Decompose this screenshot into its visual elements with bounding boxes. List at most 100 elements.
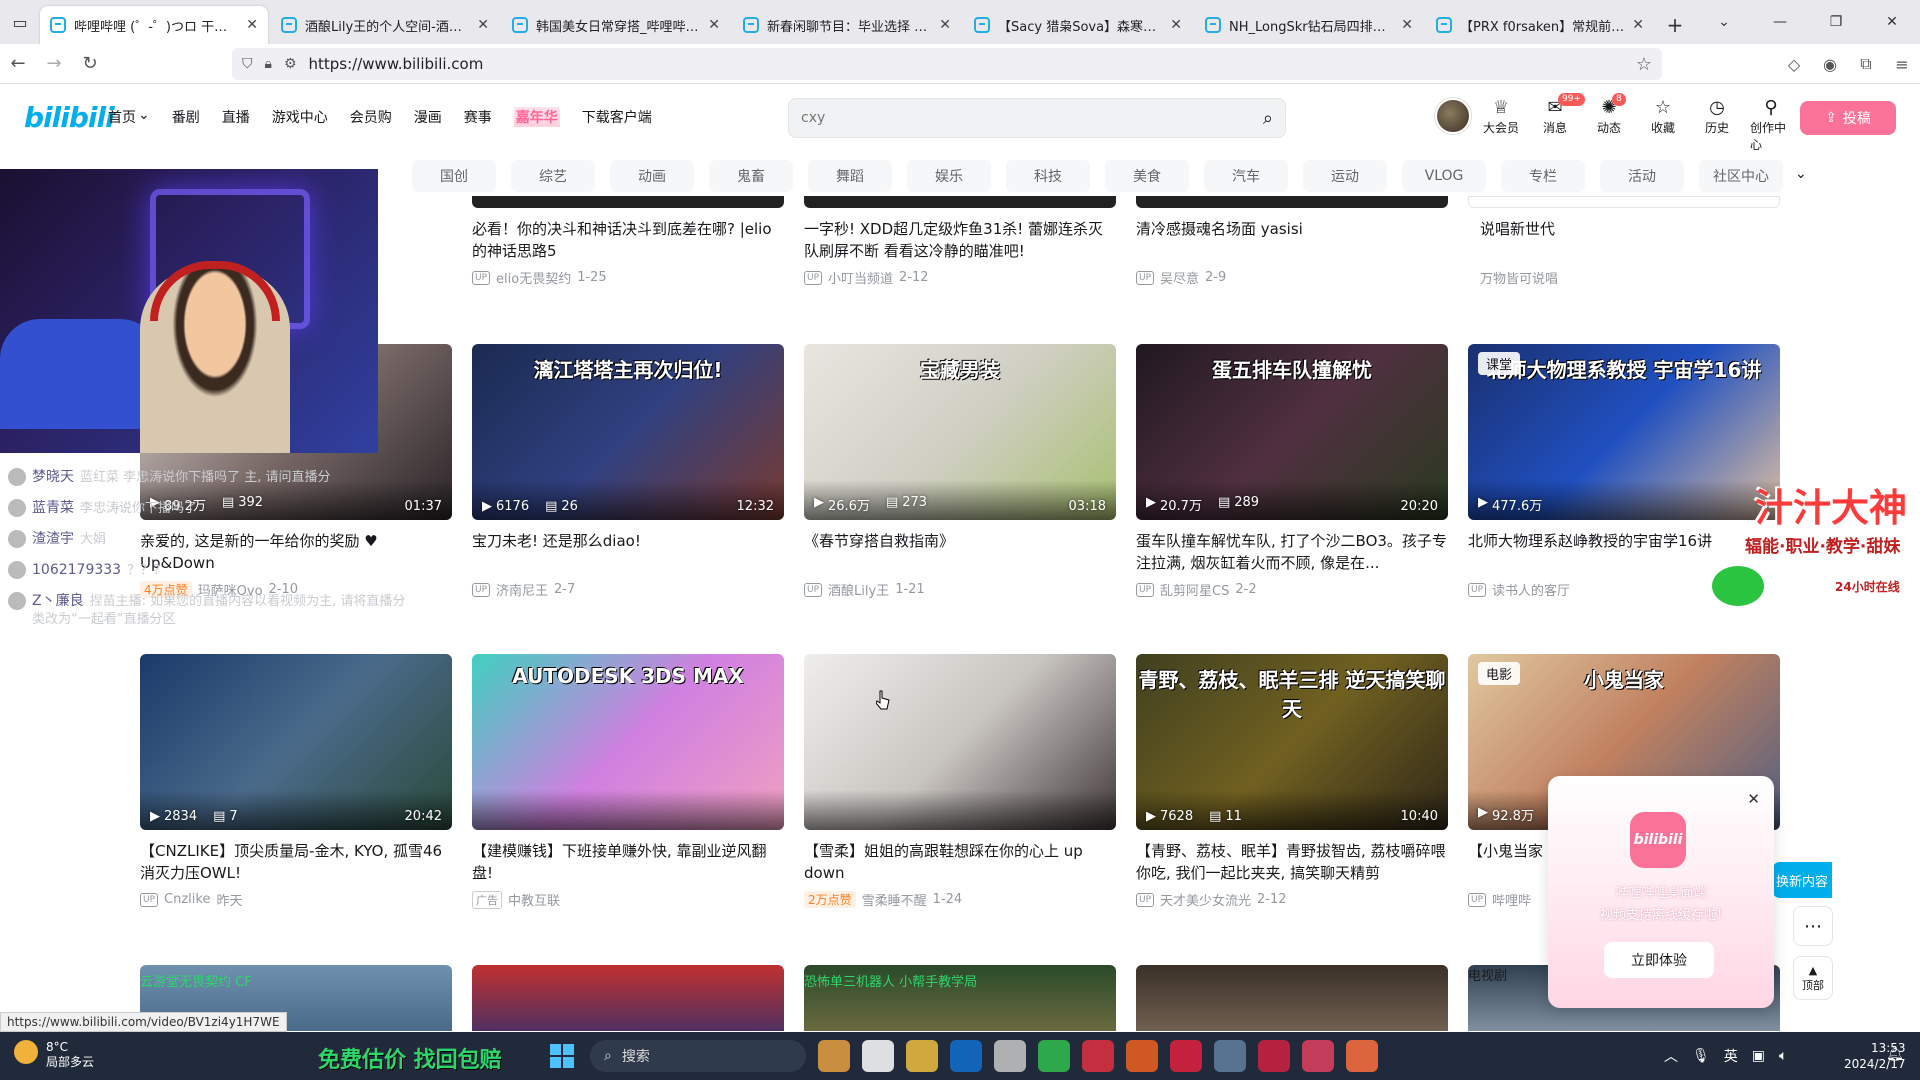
video-card[interactable]: 说唱新世代万物皆可说唱 bbox=[1480, 208, 1792, 287]
url-bar[interactable]: ⛉ 🔒︎ ⚙ https://www.bilibili.com ☆ bbox=[232, 48, 1662, 80]
header-star-button[interactable]: ☆ 收藏 bbox=[1642, 97, 1684, 153]
video-card[interactable]: 北师大物理系教授 宇宙学16讲 课堂 ▶ 477.6万 北师大物理系赵峥教授的宇宙学16… bbox=[1468, 344, 1780, 599]
video-title[interactable]: 蛋车队撞车解忧车队, 打了个沙二BO3。孩子专注拉满, 烟灰缸着火而不顾, 像是… bbox=[1136, 530, 1448, 574]
taskbar-app-icon[interactable] bbox=[862, 1040, 894, 1072]
video-title[interactable]: 必看！你的决斗和神话决斗到底差在哪? |elio的神话思路5 bbox=[472, 218, 784, 262]
taskbar-app-icon[interactable] bbox=[1082, 1040, 1114, 1072]
taskbar-app-icon[interactable] bbox=[1126, 1040, 1158, 1072]
channel-chip[interactable]: 科技 bbox=[1006, 160, 1090, 192]
taskbar-app-icon[interactable] bbox=[994, 1040, 1026, 1072]
channel-chip[interactable]: 动画 bbox=[610, 160, 694, 192]
video-title[interactable]: 说唱新世代 bbox=[1480, 218, 1792, 262]
nav-item[interactable]: 赛事 bbox=[464, 107, 492, 127]
video-card[interactable]: 蛋五排车队撞解忧 ▶ 20.7万 ▤ 289 20:20 蛋车队撞车解忧车队, 打了个沙二B… bbox=[1136, 344, 1448, 599]
chevron-up-icon[interactable]: ︿ bbox=[1664, 1046, 1678, 1066]
url-text[interactable]: https://www.bilibili.com bbox=[309, 55, 484, 73]
video-card[interactable]: 一字秒! XDD超几定级炸鱼31杀! 蕾娜连杀灭队刷屏不断 看看这冷静的瞄准吧!… bbox=[804, 208, 1116, 287]
video-thumbnail-edge[interactable] bbox=[1468, 196, 1780, 208]
browser-tab[interactable]: 【Sacy 猎枭Sova】森寒冬港29 ✕ bbox=[964, 6, 1192, 44]
channel-chip[interactable]: 鬼畜 bbox=[709, 160, 793, 192]
up-name[interactable]: 读书人的客厅 bbox=[1492, 580, 1570, 599]
browser-tab[interactable]: 新春闲聊节目：毕业选择 | 为什 ✕ bbox=[733, 6, 961, 44]
header-history-button[interactable]: ◷ 历史 bbox=[1696, 97, 1738, 153]
channel-chip[interactable]: 运动 bbox=[1303, 160, 1387, 192]
avatar[interactable] bbox=[1435, 98, 1471, 134]
video-thumbnail[interactable]: AUTODESK 3DS MAX bbox=[472, 654, 784, 830]
up-name[interactable]: 中教互联 bbox=[508, 890, 560, 909]
video-title[interactable]: 【青野、荔枝、眠羊】青野拔智齿, 荔枝嚼碎喂你吃, 我们一起比夹夹, 搞笑聊天精… bbox=[1136, 840, 1448, 884]
up-name[interactable]: 万物皆可说唱 bbox=[1480, 268, 1558, 287]
video-card[interactable]: 漓江塔塔主再次归位! ▶ 6176 ▤ 26 12:32 宝刀未老! 还是那么diao! UP… bbox=[472, 344, 784, 599]
notification-bell-icon[interactable]: 🔔︎ bbox=[1886, 1046, 1904, 1062]
video-title[interactable]: 【雪柔】姐姐的高跟鞋想踩在你的心上 up down bbox=[804, 840, 1116, 884]
video-thumbnail[interactable] bbox=[1136, 965, 1448, 1031]
taskbar-search[interactable]: ⌕ 搜索 bbox=[590, 1040, 806, 1072]
video-thumbnail-edge[interactable] bbox=[1136, 196, 1448, 208]
header-vip-button[interactable]: ♕ 大会员 bbox=[1480, 97, 1522, 153]
close-icon[interactable]: ✕ bbox=[1401, 17, 1413, 33]
browser-tab[interactable]: 【PRX f0rsaken】常规前压和 ✕ bbox=[1426, 6, 1654, 44]
channel-chip[interactable]: 汽车 bbox=[1204, 160, 1288, 192]
tab-overview-icon[interactable]: ▭ bbox=[0, 0, 40, 44]
taskbar-app-icon[interactable] bbox=[1258, 1040, 1290, 1072]
shield-icon[interactable]: ⛉ bbox=[242, 56, 253, 72]
taskbar-app-icon[interactable] bbox=[906, 1040, 938, 1072]
channel-chip[interactable]: 活动 bbox=[1600, 160, 1684, 192]
video-title[interactable]: 清冷感摄魂名场面 yasisi bbox=[1136, 218, 1448, 262]
restore-button[interactable]: ❐ bbox=[1808, 0, 1864, 44]
video-card[interactable]: 【雪柔】姐姐的高跟鞋想踩在你的心上 up down 2万点赞 雪柔睡不醒 1-24 bbox=[804, 654, 1116, 909]
nav-item[interactable]: 下载客户端 bbox=[582, 107, 652, 127]
browser-tab[interactable]: NH_LongSkr钻石局四排20杀秒 ✕ bbox=[1195, 6, 1423, 44]
nav-item[interactable]: 漫画 bbox=[414, 107, 442, 127]
video-card[interactable]: 必看！你的决斗和神话决斗到底差在哪? |elio的神话思路5 UP elio无畏契约… bbox=[472, 208, 784, 287]
video-card[interactable]: ▶ 2834 ▤ 7 20:42 【CNZLIKE】顶尖质量局-金木, KYO, 孤雪46… bbox=[140, 654, 452, 909]
video-card[interactable]: AUTODESK 3DS MAX 【建模赚钱】下班接单赚外快, 靠副业逆风翻盘! 广… bbox=[472, 654, 784, 909]
video-thumbnail[interactable] bbox=[804, 654, 1116, 830]
channel-chip[interactable]: 娱乐 bbox=[907, 160, 991, 192]
search-input[interactable] bbox=[801, 110, 1263, 126]
up-name[interactable]: 酒酿Lily王 bbox=[828, 580, 889, 599]
pocket-icon[interactable]: ◇ bbox=[1776, 44, 1812, 84]
video-title[interactable]: 宝刀未老! 还是那么diao! bbox=[472, 530, 784, 574]
channel-chip[interactable]: VLOG bbox=[1402, 160, 1486, 192]
video-thumbnail[interactable] bbox=[472, 965, 784, 1031]
reload-button[interactable]: ↻ bbox=[72, 46, 108, 82]
close-icon[interactable]: ✕ bbox=[477, 17, 489, 33]
forward-button[interactable]: → bbox=[36, 46, 72, 82]
channel-chip[interactable]: 舞蹈 bbox=[808, 160, 892, 192]
up-name[interactable]: 乱剪阿星CS bbox=[1160, 580, 1229, 599]
up-name[interactable]: 济南尼王 bbox=[496, 580, 548, 599]
video-thumbnail[interactable]: ▶ 2834 ▤ 7 20:42 bbox=[140, 654, 452, 830]
close-icon[interactable]: ✕ bbox=[939, 17, 951, 33]
back-to-top-button[interactable]: ▲ 顶部 bbox=[1793, 956, 1833, 1000]
taskbar-app-icon[interactable] bbox=[1170, 1040, 1202, 1072]
search-icon[interactable]: ⌕ bbox=[1263, 108, 1273, 129]
channel-chip[interactable]: 专栏 bbox=[1501, 160, 1585, 192]
channel-chip[interactable]: 社区中心 bbox=[1699, 160, 1783, 192]
header-message-button[interactable]: ✉ 消息 99+ bbox=[1534, 93, 1585, 153]
back-button[interactable]: ← bbox=[0, 46, 36, 82]
browser-tab[interactable]: 哔哩哔哩 (゜-゜)つロ 干杯~-bi ✕ bbox=[40, 6, 268, 44]
video-title[interactable]: 【建模赚钱】下班接单赚外快, 靠副业逆风翻盘! bbox=[472, 840, 784, 884]
taskbar-app-icon[interactable] bbox=[818, 1040, 850, 1072]
up-name[interactable]: 小叮当频道 bbox=[828, 268, 893, 287]
bilibili-logo[interactable]: bilibili bbox=[24, 101, 115, 134]
up-name[interactable]: 哔哩哔 bbox=[1492, 890, 1531, 909]
video-thumbnail-edge[interactable] bbox=[804, 196, 1116, 208]
up-name[interactable]: Cnzlike bbox=[164, 892, 210, 907]
channel-chip[interactable]: 国创 bbox=[412, 160, 496, 192]
close-window-button[interactable]: ✕ bbox=[1864, 0, 1920, 44]
windows-start-icon[interactable] bbox=[550, 1044, 574, 1068]
up-name[interactable]: 雪柔睡不醒 bbox=[862, 890, 927, 909]
header-dynamic-button[interactable]: ✺ 动态 8 bbox=[1588, 93, 1630, 153]
video-card[interactable]: 清冷感摄魂名场面 yasisi UP 吴尽意 2-9 bbox=[1136, 208, 1448, 287]
lock-icon[interactable]: 🔒︎ bbox=[265, 56, 272, 72]
browser-tab[interactable]: 韩国美女日常穿搭_哔哩哔哩_bi ✕ bbox=[502, 6, 730, 44]
video-title[interactable]: 一字秒! XDD超几定级炸鱼31杀! 蕾娜连杀灭队刷屏不断 看看这冷静的瞄准吧! bbox=[804, 218, 1116, 262]
taskbar-app-icon[interactable] bbox=[950, 1040, 982, 1072]
input-lang[interactable]: 英 bbox=[1724, 1046, 1738, 1066]
video-card[interactable]: 宝藏男装 ▶ 26.6万 ▤ 273 03:18 《春节穿搭自救指南》 UP 酒酿Lily王 1-… bbox=[804, 344, 1116, 599]
tab-list-chevron-icon[interactable]: ⌄ bbox=[1696, 0, 1752, 44]
nav-item[interactable]: 会员购 bbox=[350, 107, 392, 127]
nav-item[interactable]: 首页 bbox=[108, 107, 136, 127]
